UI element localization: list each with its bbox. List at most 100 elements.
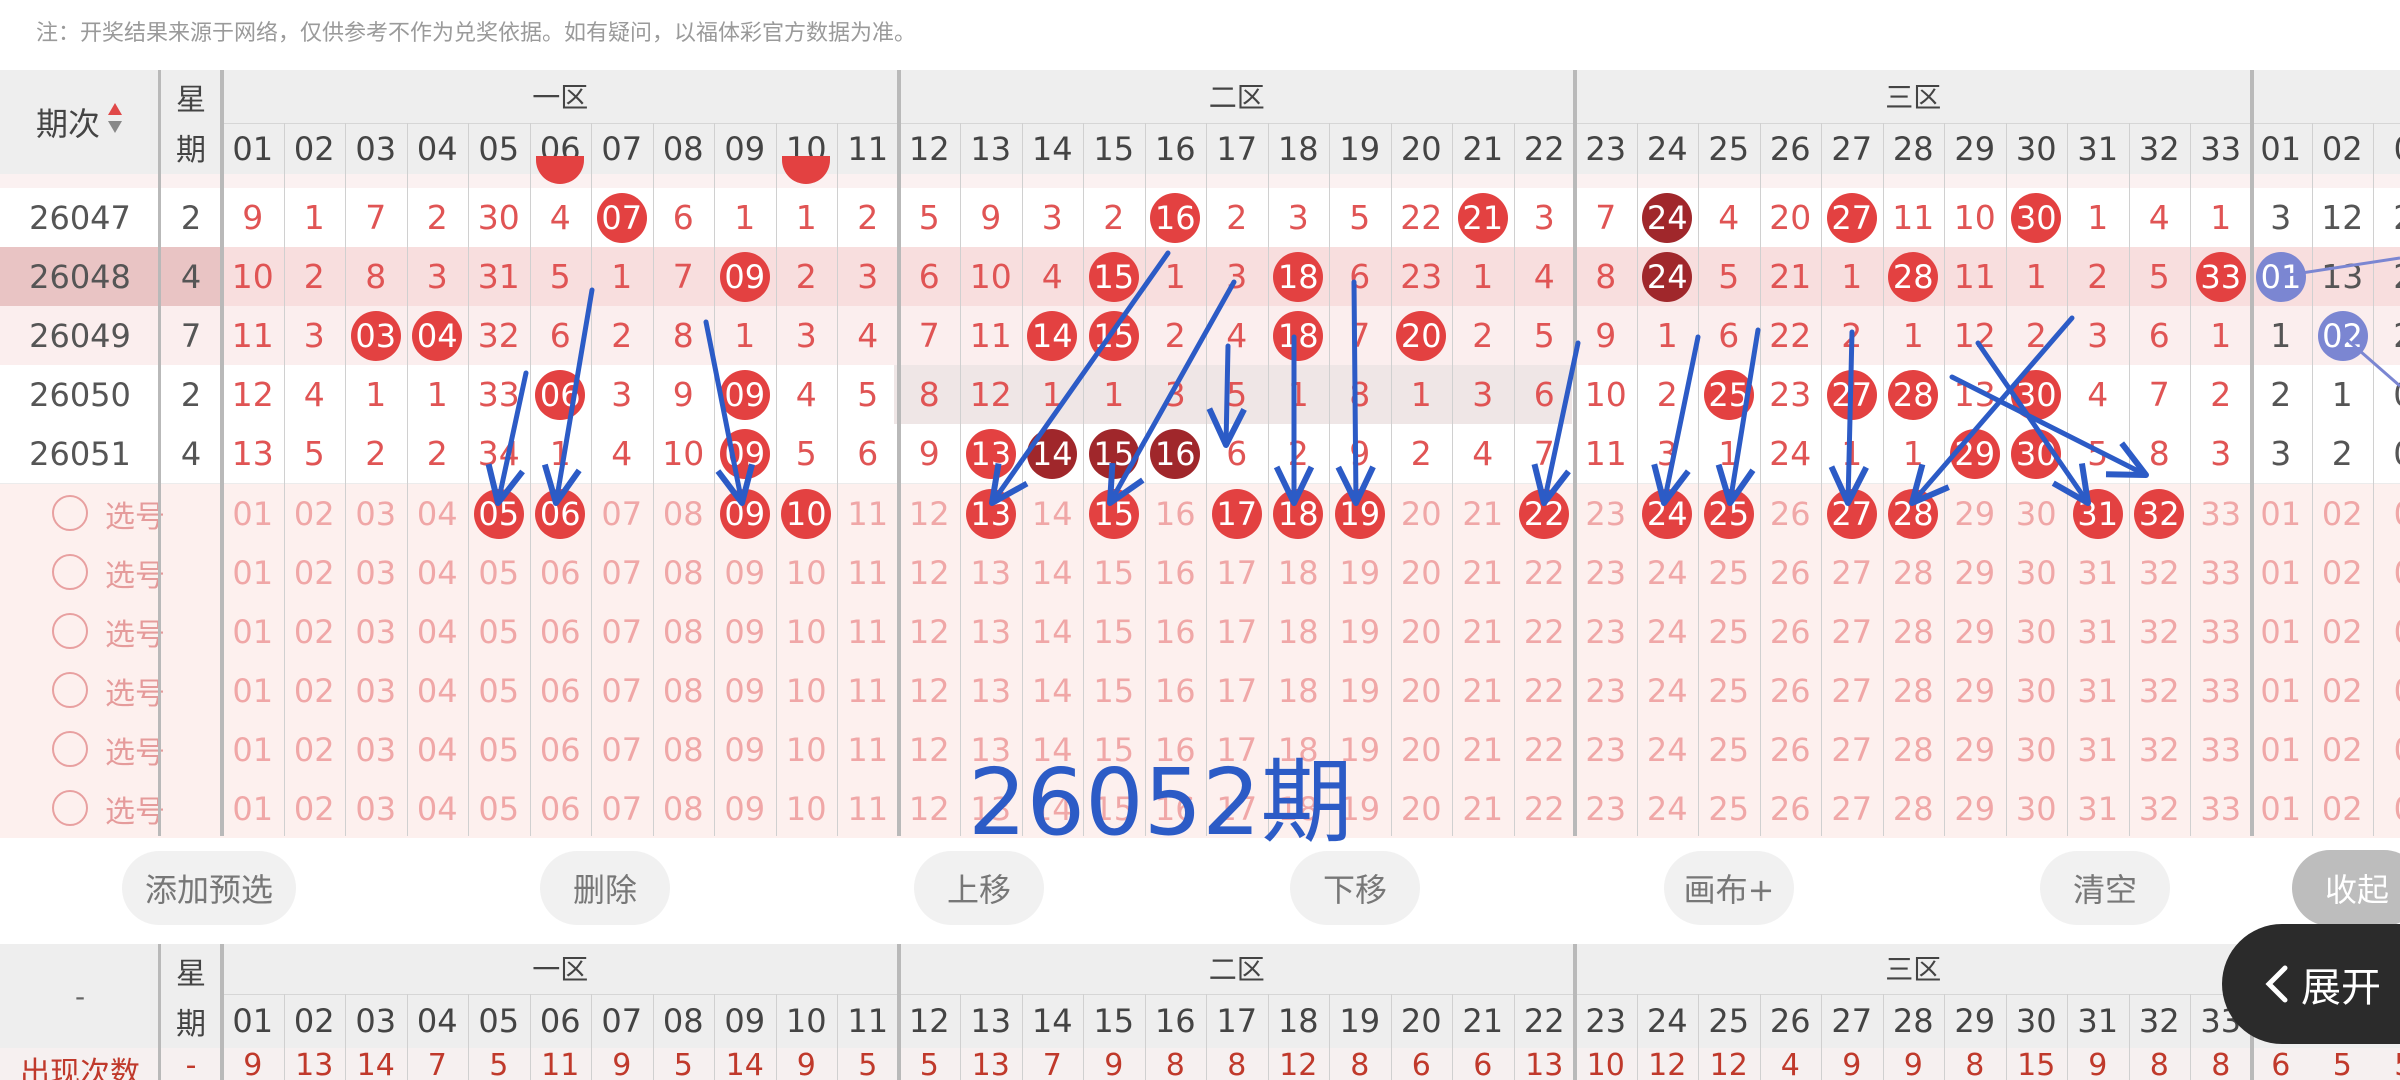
pick-blue-number[interactable]: 01	[2250, 779, 2312, 838]
pick-number[interactable]: 22	[1514, 543, 1576, 602]
pick-number[interactable]: 12	[899, 602, 961, 661]
pick-radio[interactable]	[52, 554, 88, 590]
pick-number[interactable]: 24	[1637, 779, 1699, 838]
pick-number[interactable]: 11	[837, 543, 899, 602]
pick-number[interactable]: 15	[1083, 543, 1145, 602]
period-sort-header[interactable]: 期次	[0, 70, 160, 174]
pick-number[interactable]: 07	[591, 779, 653, 838]
pick-number[interactable]: 26	[1760, 661, 1822, 720]
pick-number[interactable]: 30	[2006, 720, 2068, 779]
selected-pick-ball[interactable]: 05	[473, 489, 524, 539]
pick-number[interactable]: 27	[1821, 602, 1883, 661]
pick-number[interactable]: 14	[1022, 661, 1084, 720]
pick-number[interactable]: 02	[284, 779, 346, 838]
pick-number[interactable]: 31	[2067, 720, 2129, 779]
pick-number[interactable]: 07	[591, 484, 653, 543]
pick-number[interactable]: 30	[2006, 543, 2068, 602]
pick-number[interactable]: 16	[1145, 543, 1207, 602]
pick-number[interactable]: 05	[468, 661, 530, 720]
pick-number[interactable]: 28	[1883, 602, 1945, 661]
pick-number[interactable]: 01	[222, 661, 284, 720]
pick-number[interactable]: 28	[1883, 720, 1945, 779]
pick-number[interactable]: 04	[407, 779, 469, 838]
pick-blue-number[interactable]: 02	[2312, 484, 2374, 543]
selected-pick-ball[interactable]: 18	[1273, 489, 1324, 539]
selected-pick-ball[interactable]: 27	[1826, 489, 1877, 539]
pick-number[interactable]: 03	[345, 720, 407, 779]
pick-number[interactable]: 13	[960, 543, 1022, 602]
pick-blue-number[interactable]: 01	[2250, 661, 2312, 720]
move-up-button[interactable]: 上移	[914, 851, 1044, 925]
pick-radio[interactable]	[52, 731, 88, 767]
pick-number[interactable]: 33	[2190, 602, 2252, 661]
pick-number[interactable]: 22	[1514, 602, 1576, 661]
pick-blue-number[interactable]: 02	[2312, 543, 2374, 602]
pick-number[interactable]: 23	[1575, 602, 1637, 661]
pick-blue-number[interactable]: 01	[2250, 720, 2312, 779]
pick-number[interactable]: 29	[1944, 602, 2006, 661]
pick-number[interactable]: 19	[1329, 543, 1391, 602]
pick-number[interactable]: 03	[345, 602, 407, 661]
pick-number[interactable]: 21	[1452, 779, 1514, 838]
pick-number[interactable]: 24	[1637, 720, 1699, 779]
pick-number[interactable]: 25	[1698, 602, 1760, 661]
pick-number[interactable]: 33	[2190, 543, 2252, 602]
pick-number[interactable]: 06	[530, 720, 592, 779]
period-cell[interactable]: 26048	[0, 247, 160, 306]
period-cell[interactable]: 26051	[0, 424, 160, 483]
pick-number[interactable]: 29	[1944, 779, 2006, 838]
pick-number[interactable]: 33	[2190, 720, 2252, 779]
canvas-plus-button[interactable]: 画布+	[1664, 851, 1794, 925]
selected-pick-ball[interactable]: 22	[1519, 489, 1570, 539]
pick-blue-number[interactable]: 01	[2250, 484, 2312, 543]
pick-blue-number[interactable]: 0	[2373, 602, 2400, 661]
pick-number[interactable]: 01	[222, 543, 284, 602]
pick-number[interactable]: 23	[1575, 720, 1637, 779]
pick-number[interactable]: 26	[1760, 543, 1822, 602]
pick-number[interactable]: 22	[1514, 661, 1576, 720]
pick-number[interactable]: 08	[653, 484, 715, 543]
pick-number[interactable]: 31	[2067, 661, 2129, 720]
pick-number[interactable]: 24	[1637, 602, 1699, 661]
period-cell[interactable]: 26049	[0, 306, 160, 365]
pick-number[interactable]: 29	[1944, 484, 2006, 543]
pick-number[interactable]: 25	[1698, 543, 1760, 602]
pick-number[interactable]: 04	[407, 602, 469, 661]
pick-number[interactable]: 30	[2006, 779, 2068, 838]
pick-number[interactable]: 06	[530, 779, 592, 838]
pick-number[interactable]: 06	[530, 543, 592, 602]
pick-number[interactable]: 18	[1268, 602, 1330, 661]
pick-number[interactable]: 22	[1514, 779, 1576, 838]
pick-number[interactable]: 33	[2190, 779, 2252, 838]
pick-number[interactable]: 10	[776, 720, 838, 779]
pick-number[interactable]: 13	[960, 602, 1022, 661]
pick-number[interactable]: 01	[222, 484, 284, 543]
pick-number[interactable]: 06	[530, 602, 592, 661]
pick-blue-number[interactable]: 0	[2373, 484, 2400, 543]
selected-pick-ball[interactable]: 10	[781, 489, 832, 539]
pick-number[interactable]: 27	[1821, 779, 1883, 838]
selected-pick-ball[interactable]: 06	[535, 489, 586, 539]
selected-pick-ball[interactable]: 19	[1334, 489, 1385, 539]
pick-number[interactable]: 03	[345, 779, 407, 838]
pick-number[interactable]: 09	[714, 602, 776, 661]
pick-number[interactable]: 31	[2067, 602, 2129, 661]
pick-number[interactable]: 05	[468, 602, 530, 661]
pick-number[interactable]: 16	[1145, 661, 1207, 720]
pick-number[interactable]: 19	[1329, 602, 1391, 661]
pick-number[interactable]: 21	[1452, 484, 1514, 543]
pick-number[interactable]: 08	[653, 779, 715, 838]
pick-number[interactable]: 28	[1883, 543, 1945, 602]
pick-number[interactable]: 21	[1452, 661, 1514, 720]
pick-number[interactable]: 17	[1206, 543, 1268, 602]
pick-number[interactable]: 15	[1083, 661, 1145, 720]
pick-blue-number[interactable]: 02	[2312, 602, 2374, 661]
pick-number[interactable]: 17	[1206, 661, 1268, 720]
pick-number[interactable]: 26	[1760, 484, 1822, 543]
pick-number[interactable]: 26	[1760, 720, 1822, 779]
pick-number[interactable]: 10	[776, 543, 838, 602]
pick-number[interactable]: 10	[776, 661, 838, 720]
pick-radio[interactable]	[52, 790, 88, 826]
selected-pick-ball[interactable]: 13	[965, 489, 1016, 539]
selected-pick-ball[interactable]: 24	[1642, 489, 1693, 539]
